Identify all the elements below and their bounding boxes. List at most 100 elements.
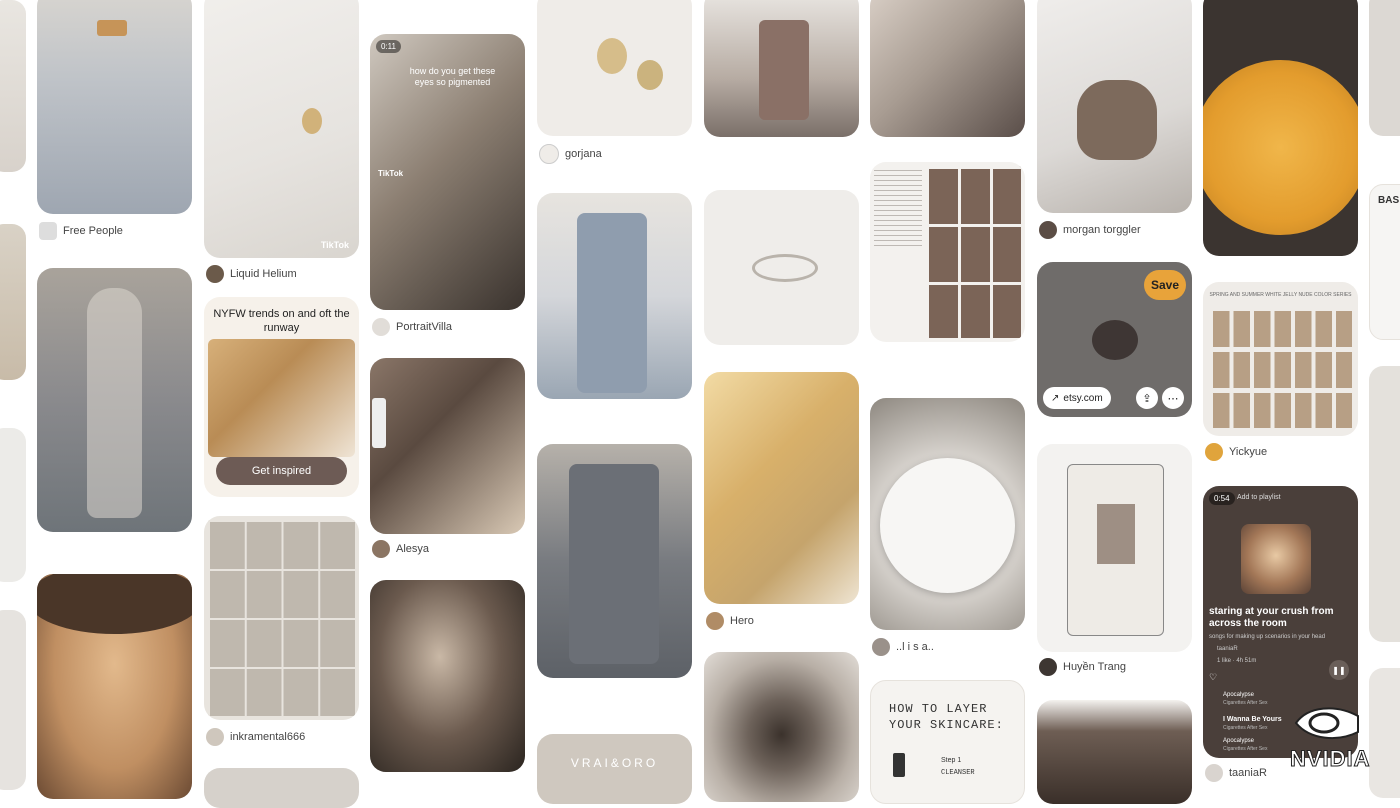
playlist-title: staring at your crush from across the ro… [1209,606,1334,629]
avatar [206,728,224,746]
pin-meta[interactable]: ..l i s a.. [872,638,934,656]
pin-meta[interactable]: Alesya [372,540,429,558]
coin-pendant [597,38,627,74]
lipstick-grid [926,166,1021,338]
video-caption: how do you get these eyes so pigmented [409,66,496,87]
coin-pendant [637,60,663,90]
video-duration: 0:54 [1209,492,1235,505]
pin-street-jeans[interactable] [37,268,192,532]
skincare-title: HOW TO LAYER YOUR SKINCARE: [889,702,1004,732]
pin-author[interactable]: Free People [63,225,123,237]
edge-pin-right-3[interactable] [1369,366,1400,642]
pin-meta[interactable]: Huyền Trang [1039,658,1126,676]
playlist-header: Add to playlist [1237,494,1281,501]
pin-lipstick-chart[interactable] [870,162,1025,342]
source-domain: etsy.com [1063,392,1103,404]
edge-pin-title: BAS [1378,195,1400,206]
pin-author[interactable]: PortraitVilla [396,321,452,333]
pin-meta[interactable]: taaniaR [1205,764,1267,782]
pin-author[interactable]: Hero [730,615,754,627]
heart-icon[interactable]: ♡ [1209,672,1217,683]
pin-meta[interactable]: Liquid Helium [206,265,297,283]
pin-skincare-guide[interactable]: HOW TO LAYER YOUR SKINCARE: Step 1 CLEAN… [870,680,1025,804]
pin-etsy-ring-hover[interactable]: Save ↗ etsy.com ⇪ ⋯ [1037,262,1192,417]
pin-nyfw-ad[interactable]: NYFW trends on and oft the runway Get in… [204,297,359,497]
song-title: Apocalypse [1223,692,1255,698]
pin-author[interactable]: Alesya [396,543,429,555]
pin-coin-pendants[interactable] [537,0,692,136]
pin-author[interactable]: morgan torggler [1063,224,1141,236]
avatar [39,222,57,240]
avatar [872,638,890,656]
pin-author[interactable]: inkramental666 [230,731,305,743]
more-options-button[interactable]: ⋯ [1162,387,1184,409]
playlist-user: taaniaR [1217,646,1238,652]
pin-author[interactable]: Liquid Helium [230,268,297,280]
edge-pin-left-4[interactable] [0,610,26,790]
pin-dark-portrait[interactable] [370,580,525,772]
video-duration: 0:11 [376,40,401,53]
link-arrow-icon: ↗ [1051,392,1060,404]
edge-pin-left-3[interactable] [0,428,26,582]
pin-mirror-selfie[interactable] [370,358,525,534]
tiktok-logo-text: TikTok [320,240,349,250]
pin-eye-drawing[interactable] [704,652,859,802]
edge-pin-right-basics[interactable]: BAS [1369,184,1400,340]
pin-author[interactable]: ..l i s a.. [896,641,934,653]
pin-crown-dark[interactable] [1037,700,1192,804]
pin-orange-flowers[interactable] [1203,0,1358,256]
pin-photo-grid[interactable] [204,516,359,720]
pin-face-portrait[interactable] [37,574,192,799]
pin-author[interactable]: Yickyue [1229,446,1267,458]
source-link[interactable]: ↗ etsy.com [1043,387,1111,409]
pause-icon: ❚❚ [1332,665,1346,675]
pin-meta[interactable]: inkramental666 [206,728,305,746]
pin-drink-hand[interactable] [1037,0,1192,213]
pin-patchwork-jeans[interactable] [704,0,859,137]
pin-jeans-back[interactable] [37,0,192,214]
pin-meta[interactable]: gorjana [539,144,602,164]
edge-pin-right-1[interactable] [1369,0,1400,136]
avatar [206,265,224,283]
song-artist: Cigarettes After Sex [1223,725,1268,731]
skincare-step-label: CLEANSER [941,769,975,777]
pin-author[interactable]: Huyền Trang [1063,661,1126,673]
share-button[interactable]: ⇪ [1136,387,1158,409]
pin-meta[interactable]: Yickyue [1205,443,1267,461]
pin-jeans-front[interactable] [537,193,692,399]
song-title: Apocalypse [1223,738,1255,744]
pin-jacket-sketch[interactable] [1037,444,1192,652]
pin-meta[interactable]: morgan torggler [1039,221,1141,239]
ring-shape [1092,320,1138,360]
pin-next-partial[interactable] [204,768,359,808]
vest-shape [1097,504,1135,564]
ad-image [208,339,355,457]
avatar [1205,764,1223,782]
pin-vrai-oro[interactable]: VRAI&ORO [537,734,692,804]
pin-necklace[interactable]: TikTok [204,0,359,258]
pause-button[interactable]: ❚❚ [1329,660,1349,680]
edge-pin-left-2[interactable] [0,224,26,380]
pin-cargo-jeans[interactable] [537,444,692,678]
pin-nail-color-chart[interactable]: SPRING AND SUMMER WHITE JELLY NUDE COLOR… [1203,282,1358,436]
pin-meta[interactable]: Hero [706,612,754,630]
pin-author[interactable]: gorjana [565,148,602,160]
pin-meta[interactable]: PortraitVilla [372,318,452,336]
pin-meta[interactable]: Free People [39,222,123,240]
plate-shape [880,458,1015,593]
pin-nails-dark[interactable] [870,0,1025,137]
pin-portrait-drawing-video[interactable]: 0:11 how do you get these eyes so pigmen… [370,34,525,310]
orange-plate [1203,60,1358,235]
chart-text-column [874,170,922,250]
pin-pearl-necklace[interactable] [870,398,1025,630]
avatar [1039,221,1057,239]
phone-shape [372,398,386,448]
pin-gold-necklace[interactable] [704,372,859,604]
save-button[interactable]: Save [1144,270,1186,300]
pin-author[interactable]: taaniaR [1229,767,1267,779]
pin-ring[interactable] [704,190,859,345]
get-inspired-button[interactable]: Get inspired [216,457,347,485]
edge-pin-left-1[interactable] [0,0,26,172]
nvidia-eye-logo-icon [1294,707,1359,739]
edge-pin-right-4[interactable] [1369,668,1400,798]
